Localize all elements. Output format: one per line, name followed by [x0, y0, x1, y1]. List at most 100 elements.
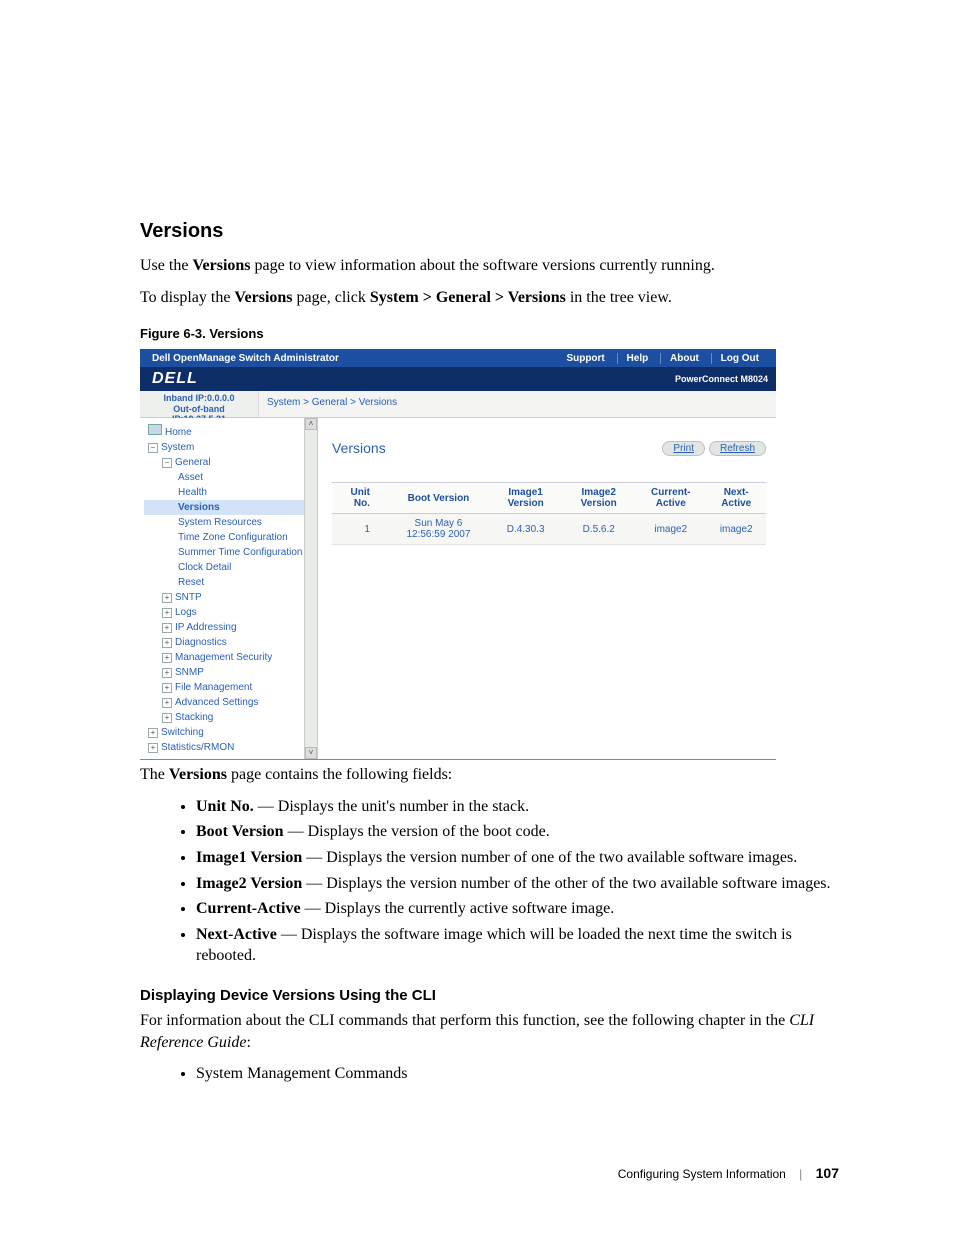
tree-sntp[interactable]: +SNTP — [144, 590, 304, 605]
tree-file-mgmt[interactable]: +File Management — [144, 680, 304, 695]
field-desc: — Displays the version number of one of … — [302, 849, 797, 866]
page-footer: Configuring System Information | 107 — [140, 1165, 839, 1181]
collapse-icon[interactable]: − — [162, 458, 172, 468]
label: Logs — [175, 607, 197, 618]
text: For information about the CLI commands t… — [140, 1012, 789, 1029]
nav-tree: Home −System −General Asset Health Versi… — [140, 418, 304, 759]
expand-icon[interactable]: + — [162, 713, 172, 723]
table-row: 1 Sun May 6 12:56:59 2007 D.4.30.3 D.5.6… — [332, 514, 766, 545]
tree-switching[interactable]: +Switching — [144, 725, 304, 740]
label: IP Addressing — [175, 622, 237, 633]
tree-ip[interactable]: +IP Addressing — [144, 620, 304, 635]
tree-statistics[interactable]: +Statistics/RMON — [144, 740, 304, 755]
link-about[interactable]: About — [660, 353, 708, 364]
list-item: Boot Version — Displays the version of t… — [196, 821, 839, 843]
scroll-down-icon[interactable]: ˅ — [305, 747, 317, 759]
expand-icon[interactable]: + — [162, 608, 172, 618]
model-label: PowerConnect M8024 — [675, 374, 768, 384]
inband-ip: Inband IP:0.0.0.0 — [146, 393, 252, 403]
tree-summer-time[interactable]: Summer Time Configuration — [144, 545, 304, 560]
expand-icon[interactable]: + — [162, 653, 172, 663]
text-bold: Versions — [169, 766, 227, 783]
expand-icon[interactable]: + — [162, 683, 172, 693]
tree-clock-detail[interactable]: Clock Detail — [144, 560, 304, 575]
tree-home[interactable]: Home — [144, 422, 304, 440]
tree-health[interactable]: Health — [144, 485, 304, 500]
print-button[interactable]: Print — [662, 441, 705, 456]
col-unit-no: Unit No. — [332, 483, 388, 514]
link-help[interactable]: Help — [617, 353, 658, 364]
field-name: Boot Version — [196, 823, 284, 840]
label: SNMP — [175, 667, 204, 678]
tree-reset[interactable]: Reset — [144, 575, 304, 590]
tree-logs[interactable]: +Logs — [144, 605, 304, 620]
field-name: Image2 Version — [196, 875, 302, 892]
field-desc: — Displays the currently active software… — [301, 900, 615, 917]
app-topbar: Dell OpenManage Switch Administrator Sup… — [140, 349, 776, 367]
app-title: Dell OpenManage Switch Administrator — [152, 353, 557, 364]
label: Switching — [161, 727, 204, 738]
expand-icon[interactable]: + — [148, 728, 158, 738]
home-icon — [148, 424, 162, 435]
tree-system-resources[interactable]: System Resources — [144, 515, 304, 530]
intro-paragraph-2: To display the Versions page, click Syst… — [140, 287, 839, 309]
collapse-icon[interactable]: − — [148, 443, 158, 453]
cell-image2-version: D.5.6.2 — [562, 514, 635, 545]
screenshot-figure: Dell OpenManage Switch Administrator Sup… — [140, 349, 776, 760]
link-logout[interactable]: Log Out — [711, 353, 768, 364]
expand-icon[interactable]: + — [162, 623, 172, 633]
tree-general[interactable]: −General — [144, 455, 304, 470]
tree-asset[interactable]: Asset — [144, 470, 304, 485]
text-bold: Versions — [192, 257, 250, 274]
link-support[interactable]: Support — [557, 353, 613, 364]
expand-icon[interactable]: + — [162, 593, 172, 603]
list-item: System Management Commands — [196, 1063, 839, 1085]
text: Use the — [140, 257, 192, 274]
tree-diagnostics[interactable]: +Diagnostics — [144, 635, 304, 650]
breadcrumb[interactable]: System > General > Versions — [259, 391, 776, 417]
text: The — [140, 766, 169, 783]
topbar-links: Support Help About Log Out — [557, 353, 768, 364]
figure-caption: Figure 6-3. Versions — [140, 326, 839, 341]
tree-scrollbar[interactable]: ˄ ˅ — [304, 418, 318, 759]
list-item: Unit No. — Displays the unit's number in… — [196, 796, 839, 818]
scroll-up-icon[interactable]: ˄ — [305, 418, 317, 430]
label: SNTP — [175, 592, 202, 603]
field-desc: — Displays the version of the boot code. — [284, 823, 550, 840]
tree-stacking[interactable]: +Stacking — [144, 710, 304, 725]
tree-mgmt-security[interactable]: +Management Security — [144, 650, 304, 665]
tree-advanced[interactable]: +Advanced Settings — [144, 695, 304, 710]
section-heading: Versions — [140, 220, 839, 243]
dell-logo: DELL — [152, 370, 675, 388]
label: Management Security — [175, 652, 272, 663]
text: page to view information about the softw… — [251, 257, 715, 274]
expand-icon[interactable]: + — [162, 698, 172, 708]
refresh-button[interactable]: Refresh — [709, 441, 766, 456]
cell-unit-no: 1 — [332, 514, 388, 545]
field-list: Unit No. — Displays the unit's number in… — [140, 796, 839, 967]
tree-timezone[interactable]: Time Zone Configuration — [144, 530, 304, 545]
tree-versions[interactable]: Versions — [144, 500, 304, 515]
table-header-row: Unit No. Boot Version Image1 Version Ima… — [332, 483, 766, 514]
brand-bar: DELL PowerConnect M8024 — [140, 367, 776, 391]
text: in the tree view. — [566, 289, 672, 306]
cli-paragraph: For information about the CLI commands t… — [140, 1010, 839, 1053]
col-current-active: Current-Active — [635, 483, 706, 514]
tree-snmp[interactable]: +SNMP — [144, 665, 304, 680]
field-name: Next-Active — [196, 926, 277, 943]
text: : — [246, 1034, 250, 1051]
list-item: Next-Active — Displays the software imag… — [196, 924, 839, 967]
label: Advanced Settings — [175, 697, 258, 708]
nav-path: System > General > Versions — [370, 289, 566, 306]
info-row: Inband IP:0.0.0.0 Out-of-band IP:10.27.5… — [140, 391, 776, 418]
expand-icon[interactable]: + — [162, 668, 172, 678]
cell-current-active: image2 — [635, 514, 706, 545]
expand-icon[interactable]: + — [162, 638, 172, 648]
footer-section-name: Configuring System Information — [618, 1167, 786, 1181]
field-desc: — Displays the version number of the oth… — [302, 875, 830, 892]
tree-system[interactable]: −System — [144, 440, 304, 455]
label: General — [175, 457, 211, 468]
expand-icon[interactable]: + — [148, 743, 158, 753]
intro-paragraph-1: Use the Versions page to view informatio… — [140, 255, 839, 277]
col-next-active: Next-Active — [706, 483, 766, 514]
